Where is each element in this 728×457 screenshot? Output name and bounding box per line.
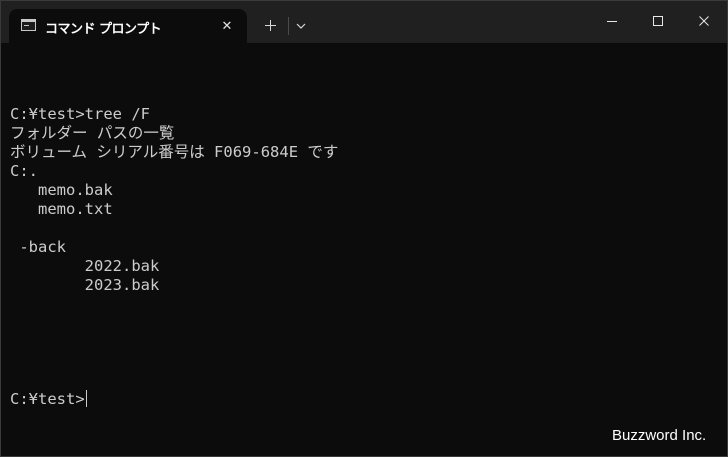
tab-command-prompt[interactable]: コマンド プロンプト ✕ [9,9,247,43]
tab-title: コマンド プロンプト [45,22,162,37]
maximize-icon[interactable] [635,1,681,43]
terminal-lines: C:¥test>tree /F フォルダー パスの一覧 ボリューム シリアル番号は … [10,105,710,352]
text-cursor [85,390,87,407]
terminal-prompt: C:¥test> [10,390,85,408]
terminal-line: 2023.bak [10,276,160,294]
close-icon[interactable] [681,1,727,43]
terminal-line: ボリューム シリアル番号は F069-684E です [10,143,339,161]
terminal-line: memo.bak [10,181,113,199]
tab-separator [288,17,289,35]
title-bar: コマンド プロンプト ✕ [1,1,727,43]
watermark: Buzzword Inc. [612,427,707,444]
terminal-line: memo.txt [10,200,113,218]
command-prompt-icon [21,19,36,31]
tab-close-icon[interactable]: ✕ [217,16,237,36]
terminal-line: C:¥test>tree /F [10,105,150,123]
terminal-window: コマンド プロンプト ✕ C:¥test>tree /F フォルダー パスの一覧ボ… [0,0,728,457]
terminal-line: C:. [10,162,38,180]
new-tab-plus-icon[interactable] [259,14,283,38]
terminal-prompt-line[interactable]: C:¥test> [10,390,710,409]
minimize-icon[interactable] [589,1,635,43]
terminal-line: -back [10,238,66,256]
terminal-line: フォルダー パスの一覧 [10,124,175,142]
terminal-line: 2022.bak [10,257,160,275]
terminal-output[interactable]: C:¥test>tree /F フォルダー パスの一覧 ボリューム シリアル番号は … [10,67,710,437]
dropdown-chevron-down-icon[interactable] [291,14,311,38]
